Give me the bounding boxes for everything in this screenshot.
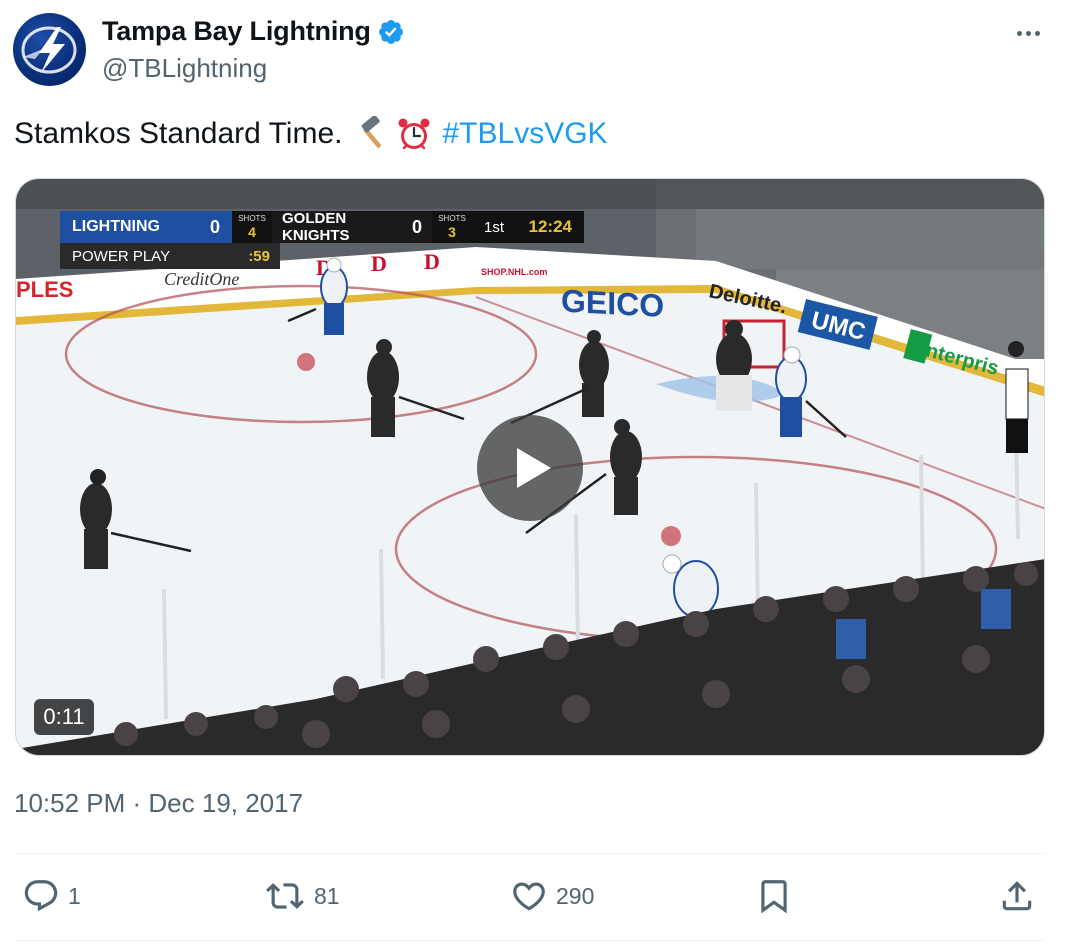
- bookmark-button[interactable]: [755, 874, 793, 918]
- retweet-button[interactable]: 81: [264, 874, 340, 918]
- lightning-logo-icon: [21, 26, 77, 74]
- video-player[interactable]: PLES CreditOne D D D SHOP.NHL.com GEICO …: [15, 178, 1045, 756]
- hashtag-link[interactable]: #TBLvsVGK: [442, 117, 607, 151]
- power-play-label: POWER PLAY: [72, 247, 171, 265]
- author-name-row[interactable]: Tampa Bay Lightning: [102, 16, 405, 47]
- more-options-icon[interactable]: [1010, 22, 1046, 44]
- period: 1st: [484, 218, 505, 236]
- svg-text:PLES: PLES: [16, 277, 73, 302]
- share-icon: [1002, 881, 1032, 911]
- alarm-clock-icon: [398, 118, 430, 150]
- reply-icon: [24, 880, 58, 912]
- tweet-card: Tampa Bay Lightning @TBLightning Stamkos…: [0, 0, 1070, 950]
- play-icon: [517, 448, 551, 488]
- divider: [14, 853, 1045, 854]
- author-name[interactable]: Tampa Bay Lightning: [102, 16, 371, 47]
- share-button[interactable]: [998, 874, 1036, 918]
- like-count: 290: [556, 882, 595, 909]
- video-duration-badge: 0:11: [34, 699, 94, 735]
- tweet-body: Stamkos Standard Time.: [14, 117, 343, 150]
- scorebug-team-b: GOLDEN KNIGHTS 0: [272, 210, 432, 244]
- reply-count: 1: [68, 882, 81, 909]
- game-period-clock: 1st 12:24: [472, 211, 584, 243]
- power-play-indicator: POWER PLAY :59: [60, 243, 280, 269]
- retweet-count: 81: [314, 882, 340, 909]
- hammer-icon: [362, 116, 382, 148]
- team-b-shots: SHOTS 3: [432, 211, 472, 243]
- team-b-score: 0: [411, 216, 422, 237]
- team-a-score: 0: [209, 216, 220, 237]
- team-b-name: GOLDEN KNIGHTS: [282, 210, 350, 244]
- power-play-time: :59: [248, 247, 270, 265]
- play-button[interactable]: [477, 415, 583, 521]
- svg-text:GEICO: GEICO: [561, 283, 664, 324]
- game-clock: 12:24: [528, 217, 572, 236]
- avatar[interactable]: [13, 13, 86, 86]
- like-button[interactable]: 290: [510, 874, 594, 918]
- svg-text:D: D: [371, 251, 387, 276]
- tweet-timestamp[interactable]: 10:52 PM · Dec 19, 2017: [14, 788, 303, 819]
- scorebug-team-a: LIGHTNING 0: [60, 211, 232, 243]
- author-handle[interactable]: @TBLightning: [102, 53, 267, 84]
- verified-badge-icon: [378, 19, 403, 44]
- team-a-name: LIGHTNING: [72, 218, 160, 235]
- bookmark-icon: [761, 880, 787, 914]
- team-a-shots-label: SHOTS: [238, 214, 266, 223]
- team-b-shots-label: SHOTS: [438, 214, 466, 223]
- scorebug: LIGHTNING 0 SHOTS 4 GOLDEN KNIGHTS 0 SHO…: [60, 210, 584, 244]
- svg-text:SHOP.NHL.com: SHOP.NHL.com: [481, 267, 547, 277]
- svg-text:CreditOne: CreditOne: [164, 269, 239, 289]
- team-a-shots-value: 4: [248, 224, 256, 240]
- divider-bottom: [14, 940, 1045, 941]
- reply-button[interactable]: 1: [22, 874, 81, 918]
- heart-icon: [513, 882, 545, 911]
- svg-text:D: D: [424, 249, 440, 274]
- tweet-text: Stamkos Standard Time. #TBLvsVGK: [14, 116, 608, 152]
- retweet-icon: [266, 883, 304, 909]
- team-b-shots-value: 3: [448, 224, 456, 240]
- team-a-shots: SHOTS 4: [232, 211, 272, 243]
